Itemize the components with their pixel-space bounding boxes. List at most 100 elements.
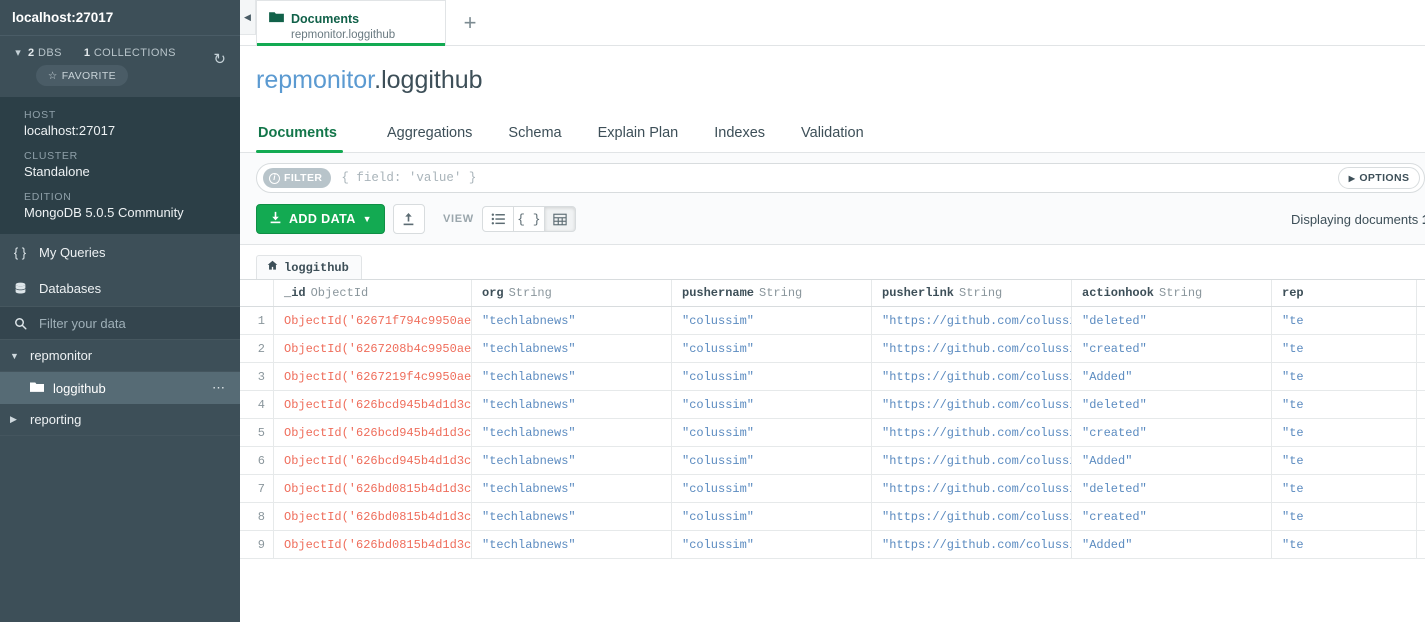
export-icon[interactable] (393, 204, 425, 234)
cell-pushername[interactable]: "colussim" (672, 419, 872, 446)
column-header-org[interactable]: orgString (472, 280, 672, 306)
filter-pill[interactable]: i FILTER (263, 168, 331, 188)
table-row[interactable]: 2ObjectId('6267208b4c9950ae8…"techlabnew… (240, 335, 1425, 363)
cell-_id[interactable]: ObjectId('626bcd945b4d1d3c0… (274, 447, 472, 474)
tab-indexes[interactable]: Indexes (696, 119, 783, 152)
cell-actionhook[interactable]: "deleted" (1072, 391, 1272, 418)
new-tab-button[interactable]: + (446, 0, 494, 45)
cell-pushername[interactable]: "colussim" (672, 503, 872, 530)
cell-_id[interactable]: ObjectId('626bcd945b4d1d3c0… (274, 391, 472, 418)
cell-pusherlink[interactable]: "https://github.com/colussi… (872, 335, 1072, 362)
cell-_id[interactable]: ObjectId('62671f794c9950ae8… (274, 307, 472, 334)
cell-org[interactable]: "techlabnews" (472, 307, 672, 334)
cell-pusherlink[interactable]: "https://github.com/colussi… (872, 475, 1072, 502)
favorite-button[interactable]: ☆ FAVORITE (36, 65, 128, 86)
column-header-rep[interactable]: rep (1272, 280, 1417, 306)
tab-validation[interactable]: Validation (783, 119, 882, 152)
cell-pushername[interactable]: "colussim" (672, 531, 872, 558)
chevron-down-icon[interactable]: ▾ (8, 48, 28, 59)
cell-pusherlink[interactable]: "https://github.com/colussi… (872, 391, 1072, 418)
cell-actionhook[interactable]: "created" (1072, 503, 1272, 530)
refresh-icon[interactable]: ↻ (213, 50, 226, 68)
cell-_id[interactable]: ObjectId('626bd0815b4d1d3c0… (274, 503, 472, 530)
add-data-button[interactable]: ADD DATA ▼ (256, 204, 385, 234)
cell-rep[interactable]: "te (1272, 475, 1417, 502)
cell-rep[interactable]: "te (1272, 391, 1417, 418)
table-row[interactable]: 8ObjectId('626bd0815b4d1d3c0…"techlabnew… (240, 503, 1425, 531)
tab-aggregations[interactable]: Aggregations (369, 119, 490, 152)
options-button[interactable]: ▶ OPTIONS (1338, 167, 1421, 189)
cell-pushername[interactable]: "colussim" (672, 391, 872, 418)
tab-documents[interactable]: Documents repmonitor.loggithub (256, 0, 446, 45)
column-header-pushername[interactable]: pushernameString (672, 280, 872, 306)
ellipsis-icon[interactable]: ⋯ (212, 380, 226, 396)
cell-pushername[interactable]: "colussim" (672, 335, 872, 362)
sidebar-item-my-queries[interactable]: { } My Queries (0, 234, 240, 270)
tab-explain-plan[interactable]: Explain Plan (580, 119, 697, 152)
cell-actionhook[interactable]: "deleted" (1072, 475, 1272, 502)
cell-org[interactable]: "techlabnews" (472, 447, 672, 474)
cell-org[interactable]: "techlabnews" (472, 335, 672, 362)
collapse-sidebar-icon[interactable]: ◀ (240, 0, 256, 35)
cell-actionhook[interactable]: "created" (1072, 419, 1272, 446)
json-view-button[interactable]: { } (513, 206, 545, 232)
cell-actionhook[interactable]: "created" (1072, 335, 1272, 362)
table-row[interactable]: 9ObjectId('626bd0815b4d1d3c0…"techlabnew… (240, 531, 1425, 559)
cell-org[interactable]: "techlabnews" (472, 419, 672, 446)
sidebar-collection-loggithub[interactable]: loggithub ⋯ (0, 372, 240, 404)
cell-rep[interactable]: "te (1272, 419, 1417, 446)
cell-pusherlink[interactable]: "https://github.com/colussi… (872, 419, 1072, 446)
cell-_id[interactable]: ObjectId('626bd0815b4d1d3c0… (274, 475, 472, 502)
table-view-button[interactable] (544, 206, 576, 232)
column-header-_id[interactable]: _idObjectId (274, 280, 472, 306)
cell-rep[interactable]: "te (1272, 503, 1417, 530)
column-header-pusherlink[interactable]: pusherlinkString (872, 280, 1072, 306)
cell-org[interactable]: "techlabnews" (472, 475, 672, 502)
cell-_id[interactable]: ObjectId('6267208b4c9950ae8… (274, 335, 472, 362)
sidebar-item-databases[interactable]: Databases (0, 270, 240, 306)
cell-org[interactable]: "techlabnews" (472, 531, 672, 558)
cell-pusherlink[interactable]: "https://github.com/colussi… (872, 531, 1072, 558)
cell-org[interactable]: "techlabnews" (472, 503, 672, 530)
search-input[interactable] (39, 316, 209, 331)
tab-schema[interactable]: Schema (490, 119, 579, 152)
cell-_id[interactable]: ObjectId('6267219f4c9950ae8… (274, 363, 472, 390)
column-header-actionhook[interactable]: actionhookString (1072, 280, 1272, 306)
filter-box[interactable]: i FILTER ▶ OPTIONS (256, 163, 1425, 193)
cell-org[interactable]: "techlabnews" (472, 363, 672, 390)
sidebar-database-repmonitor[interactable]: ▼ repmonitor (0, 340, 240, 372)
cell-actionhook[interactable]: "Added" (1072, 531, 1272, 558)
cell-rep[interactable]: "te (1272, 363, 1417, 390)
table-row[interactable]: 5ObjectId('626bcd945b4d1d3c0…"techlabnew… (240, 419, 1425, 447)
sidebar-filter[interactable] (0, 306, 240, 340)
table-row[interactable]: 1ObjectId('62671f794c9950ae8…"techlabnew… (240, 307, 1425, 335)
cell-pushername[interactable]: "colussim" (672, 447, 872, 474)
cell-actionhook[interactable]: "deleted" (1072, 307, 1272, 334)
cell-_id[interactable]: ObjectId('626bcd945b4d1d3c0… (274, 419, 472, 446)
grid: _idObjectId orgString pushernameString p… (240, 279, 1425, 559)
cell-pushername[interactable]: "colussim" (672, 307, 872, 334)
cell-rep[interactable]: "te (1272, 447, 1417, 474)
filter-input[interactable] (331, 171, 1337, 185)
cell-actionhook[interactable]: "Added" (1072, 447, 1272, 474)
cell-actionhook[interactable]: "Added" (1072, 363, 1272, 390)
sidebar-database-reporting[interactable]: ▶ reporting (0, 404, 240, 436)
options-label: OPTIONS (1359, 172, 1409, 184)
cell-pusherlink[interactable]: "https://github.com/colussi… (872, 447, 1072, 474)
cell-pushername[interactable]: "colussim" (672, 363, 872, 390)
table-row[interactable]: 7ObjectId('626bd0815b4d1d3c0…"techlabnew… (240, 475, 1425, 503)
cell-rep[interactable]: "te (1272, 531, 1417, 558)
cell-rep[interactable]: "te (1272, 307, 1417, 334)
tab-documents[interactable]: Documents (256, 119, 355, 152)
cell-_id[interactable]: ObjectId('626bd0815b4d1d3c0… (274, 531, 472, 558)
list-view-button[interactable] (482, 206, 514, 232)
cell-pusherlink[interactable]: "https://github.com/colussi… (872, 307, 1072, 334)
table-row[interactable]: 6ObjectId('626bcd945b4d1d3c0…"techlabnew… (240, 447, 1425, 475)
cell-pusherlink[interactable]: "https://github.com/colussi… (872, 503, 1072, 530)
cell-pushername[interactable]: "colussim" (672, 475, 872, 502)
cell-pusherlink[interactable]: "https://github.com/colussi… (872, 363, 1072, 390)
cell-rep[interactable]: "te (1272, 335, 1417, 362)
table-row[interactable]: 4ObjectId('626bcd945b4d1d3c0…"techlabnew… (240, 391, 1425, 419)
cell-org[interactable]: "techlabnews" (472, 391, 672, 418)
table-row[interactable]: 3ObjectId('6267219f4c9950ae8…"techlabnew… (240, 363, 1425, 391)
